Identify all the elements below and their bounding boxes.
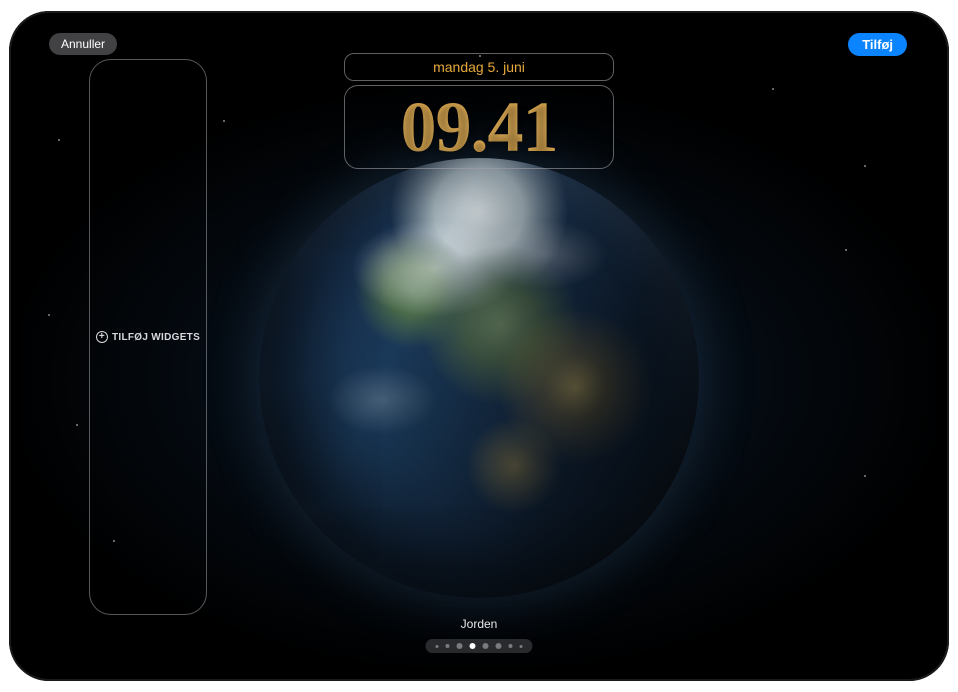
page-indicator[interactable] <box>426 639 533 653</box>
add-widgets-label: TILFØJ WIDGETS <box>112 332 200 343</box>
lock-screen-editor: Annuller Tilføj mandag 5. juni 09.41 + T… <box>21 23 937 669</box>
page-dot[interactable] <box>483 643 489 649</box>
page-dot[interactable] <box>436 645 439 648</box>
date-edit-frame[interactable]: mandag 5. juni <box>344 53 614 81</box>
plus-circle-icon: + <box>96 331 108 343</box>
ipad-frame: Annuller Tilføj mandag 5. juni 09.41 + T… <box>9 11 949 681</box>
cancel-button[interactable]: Annuller <box>49 33 117 55</box>
add-widgets-button[interactable]: + TILFØJ WIDGETS <box>96 331 200 343</box>
wallpaper-name-label: Jorden <box>461 617 498 631</box>
page-dot[interactable] <box>496 643 502 649</box>
date-label: mandag 5. juni <box>433 59 525 75</box>
time-label: 09.41 <box>401 91 558 163</box>
add-button[interactable]: Tilføj <box>848 33 907 56</box>
earth-wallpaper <box>259 158 699 598</box>
page-dot[interactable] <box>457 643 463 649</box>
page-dot[interactable] <box>509 644 513 648</box>
page-dot[interactable] <box>520 645 523 648</box>
widget-panel[interactable]: + TILFØJ WIDGETS <box>89 59 207 615</box>
page-dot-active[interactable] <box>470 643 476 649</box>
time-edit-frame[interactable]: 09.41 <box>344 85 614 169</box>
page-dot[interactable] <box>446 644 450 648</box>
